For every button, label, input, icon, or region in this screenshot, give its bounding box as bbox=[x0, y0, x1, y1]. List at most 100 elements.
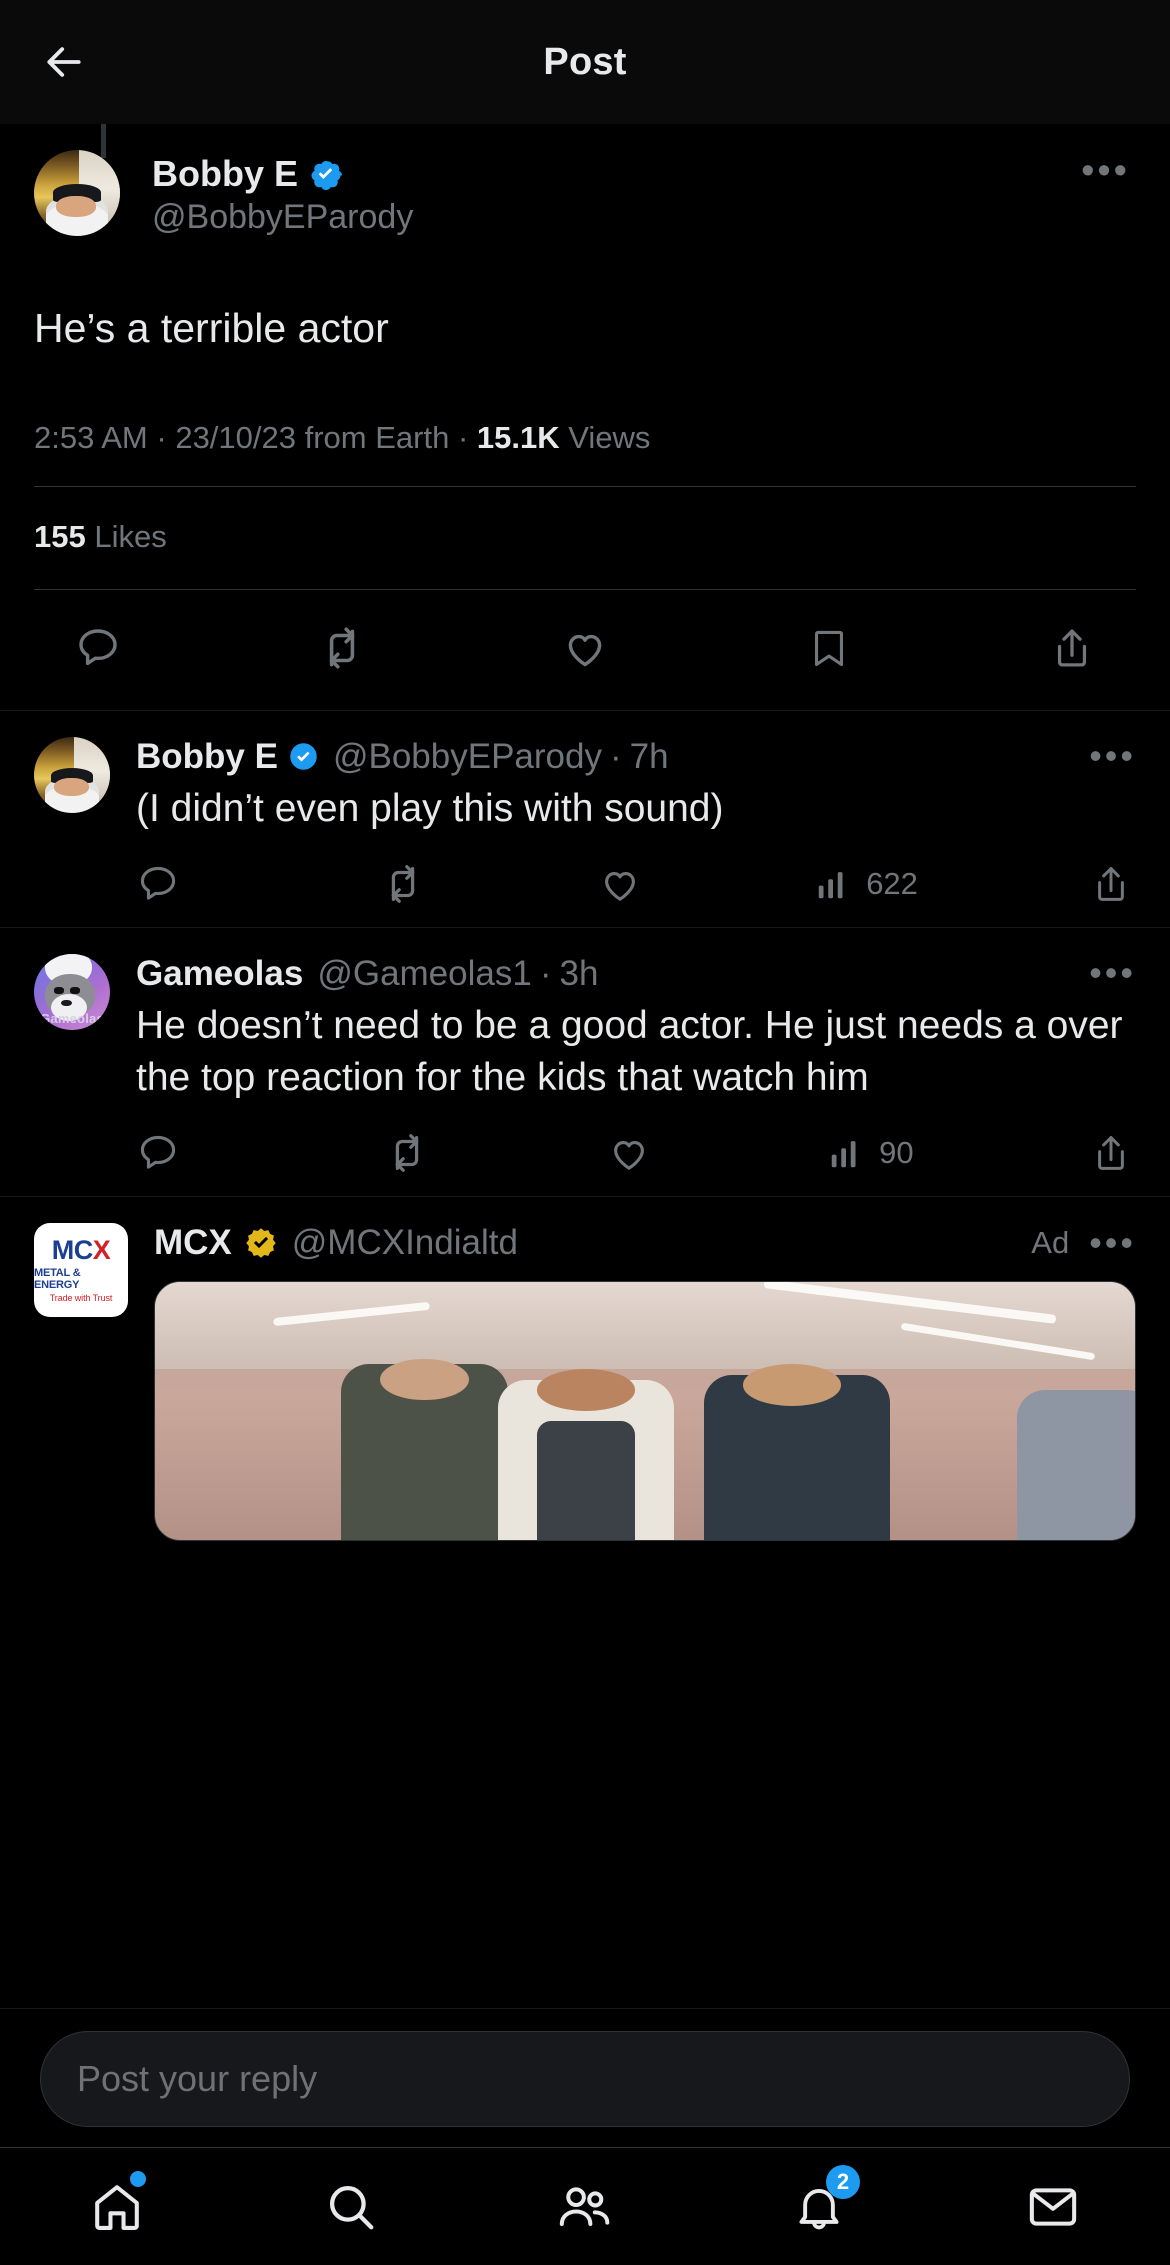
nav-item-search[interactable] bbox=[296, 2165, 406, 2249]
main-post-header: Bobby E @BobbyEParody ••• bbox=[34, 150, 1136, 239]
post-metadata: 2:53 AM · 23/10/23 from Earth · 15.1K Vi… bbox=[34, 420, 1136, 486]
reply-icon bbox=[140, 866, 176, 900]
share-button[interactable] bbox=[1040, 616, 1104, 680]
search-icon bbox=[329, 2185, 374, 2229]
post-time: 2:53 AM bbox=[34, 420, 148, 456]
views-button[interactable]: 90 bbox=[827, 1133, 914, 1173]
reply-button[interactable] bbox=[136, 1131, 208, 1175]
display-name: MCX bbox=[154, 1222, 232, 1262]
ad-media-person-1-head bbox=[380, 1359, 469, 1401]
likes-row[interactable]: 155 Likes bbox=[34, 487, 1136, 589]
avatar[interactable] bbox=[34, 737, 110, 814]
reply-separator: · bbox=[609, 737, 622, 777]
logo-tagline-primary: METAL & ENERGY bbox=[34, 1266, 81, 1291]
more-options-button[interactable]: ••• bbox=[1057, 150, 1136, 203]
post-date: 23/10/23 bbox=[175, 420, 296, 456]
ad-media-thumbnail[interactable] bbox=[154, 1280, 1136, 1541]
thread-scroll-area[interactable]: Bobby E @BobbyEParody ••• He’s a terribl… bbox=[0, 124, 1170, 2008]
verified-badge-blue-icon bbox=[309, 157, 343, 191]
likes-count: 155 bbox=[34, 519, 86, 555]
share-button[interactable] bbox=[1090, 862, 1132, 906]
logo-mc: MC bbox=[51, 1234, 94, 1265]
avatar-eye-left bbox=[53, 987, 64, 995]
bookmark-button[interactable] bbox=[797, 616, 861, 680]
avatar[interactable]: Gameolas bbox=[34, 954, 110, 1031]
ad-media-person-4 bbox=[1017, 1390, 1135, 1540]
display-name: Bobby E bbox=[152, 153, 299, 194]
messages-icon bbox=[1029, 2187, 1077, 2226]
reply-text: He doesn’t need to be a good actor. He j… bbox=[136, 1004, 1123, 1099]
ad-media-background bbox=[155, 1281, 1135, 1370]
back-button[interactable] bbox=[34, 32, 94, 92]
likes-label: Likes bbox=[94, 519, 167, 555]
like-icon bbox=[568, 635, 602, 667]
reply-timestamp: 7h bbox=[629, 737, 669, 777]
handle[interactable]: @Gameolas1 bbox=[317, 954, 532, 994]
views-button[interactable]: 622 bbox=[814, 864, 918, 904]
notifications-badge: 2 bbox=[826, 2164, 860, 2199]
ad-badge: Ad bbox=[1031, 1224, 1070, 1260]
page-title: Post bbox=[543, 40, 627, 83]
avatar-face bbox=[56, 196, 96, 218]
promoted-ad[interactable]: MCX METAL & ENERGY Trade with Trust MCX … bbox=[0, 1197, 1170, 1541]
nav-item-messages[interactable] bbox=[998, 2165, 1108, 2249]
main-post: Bobby E @BobbyEParody ••• He’s a terribl… bbox=[0, 124, 1170, 712]
arrow-left-icon bbox=[47, 47, 81, 77]
views-label: Views bbox=[568, 420, 651, 456]
ad-media-person-2-vest bbox=[537, 1421, 636, 1540]
analytics-icon bbox=[818, 872, 843, 899]
avatar[interactable] bbox=[34, 150, 120, 236]
reply-separator: · bbox=[539, 954, 552, 994]
share-icon bbox=[1057, 629, 1087, 667]
display-name: Gameolas bbox=[136, 954, 304, 994]
share-button[interactable] bbox=[1090, 1131, 1132, 1175]
home-unread-dot bbox=[130, 2170, 146, 2187]
nav-item-communities[interactable] bbox=[530, 2165, 640, 2249]
more-options-button[interactable]: ••• bbox=[1069, 737, 1136, 774]
reply-input[interactable] bbox=[77, 2058, 1093, 2100]
reply-input-container[interactable] bbox=[40, 2031, 1130, 2127]
reply-icon bbox=[79, 629, 117, 666]
advertiser-logo[interactable]: MCX METAL & ENERGY Trade with Trust bbox=[34, 1222, 128, 1317]
reply-button[interactable] bbox=[66, 616, 130, 680]
views-count: 15.1K bbox=[476, 420, 560, 456]
avatar-label: Gameolas bbox=[40, 1011, 104, 1027]
share-icon bbox=[1098, 867, 1124, 901]
handle[interactable]: @BobbyEParody bbox=[333, 737, 602, 777]
meta-separator-2: · bbox=[457, 420, 469, 456]
share-icon bbox=[1098, 1135, 1124, 1170]
main-post-actions bbox=[34, 590, 1136, 710]
reply-composer bbox=[0, 2008, 1170, 2147]
verified-badge-gold-icon bbox=[244, 1226, 278, 1260]
like-button[interactable] bbox=[598, 862, 642, 906]
nav-item-home[interactable] bbox=[62, 2165, 172, 2249]
more-options-button[interactable]: ••• bbox=[1069, 1224, 1136, 1261]
retweet-icon bbox=[396, 1133, 419, 1172]
reply-button[interactable] bbox=[136, 862, 208, 906]
logo-x: X bbox=[92, 1234, 111, 1265]
repost-button[interactable] bbox=[310, 616, 374, 680]
post-source: from Earth bbox=[304, 420, 450, 456]
reply-header: Bobby E @BobbyEParody · 7h ••• bbox=[136, 737, 1136, 777]
communities-icon bbox=[559, 2186, 610, 2226]
handle[interactable]: @MCXIndialtd bbox=[292, 1223, 518, 1263]
more-options-button[interactable]: ••• bbox=[1069, 954, 1136, 991]
x-post-screen: Post Bobby E @BobbyEParody ••• He’s a te… bbox=[0, 0, 1170, 2265]
reply-timestamp: 3h bbox=[559, 954, 599, 994]
post-text: He’s a terrible actor bbox=[34, 304, 389, 351]
repost-button[interactable] bbox=[384, 1130, 430, 1176]
nav-item-notifications[interactable]: 2 bbox=[764, 2164, 874, 2249]
handle[interactable]: @BobbyEParody bbox=[152, 196, 413, 239]
like-button[interactable] bbox=[607, 1131, 651, 1175]
like-button[interactable] bbox=[553, 616, 617, 680]
reply-header: Gameolas @Gameolas1 · 3h ••• bbox=[136, 954, 1136, 994]
repost-button[interactable] bbox=[380, 861, 426, 907]
logo-tagline-secondary: Trade with Trust bbox=[49, 1292, 113, 1303]
bookmark-icon bbox=[814, 631, 843, 667]
ad-media-person-3-head bbox=[743, 1364, 841, 1406]
reply-item[interactable]: Gameolas Gameolas @Gameolas1 · 3h ••• He… bbox=[0, 928, 1170, 1197]
reply-actions: 622 bbox=[136, 861, 1136, 907]
reply-item[interactable]: Bobby E @BobbyEParody · 7h ••• (I didn’t… bbox=[0, 711, 1170, 929]
retweet-icon bbox=[329, 627, 354, 669]
reply-text: (I didn’t even play this with sound) bbox=[136, 787, 724, 831]
